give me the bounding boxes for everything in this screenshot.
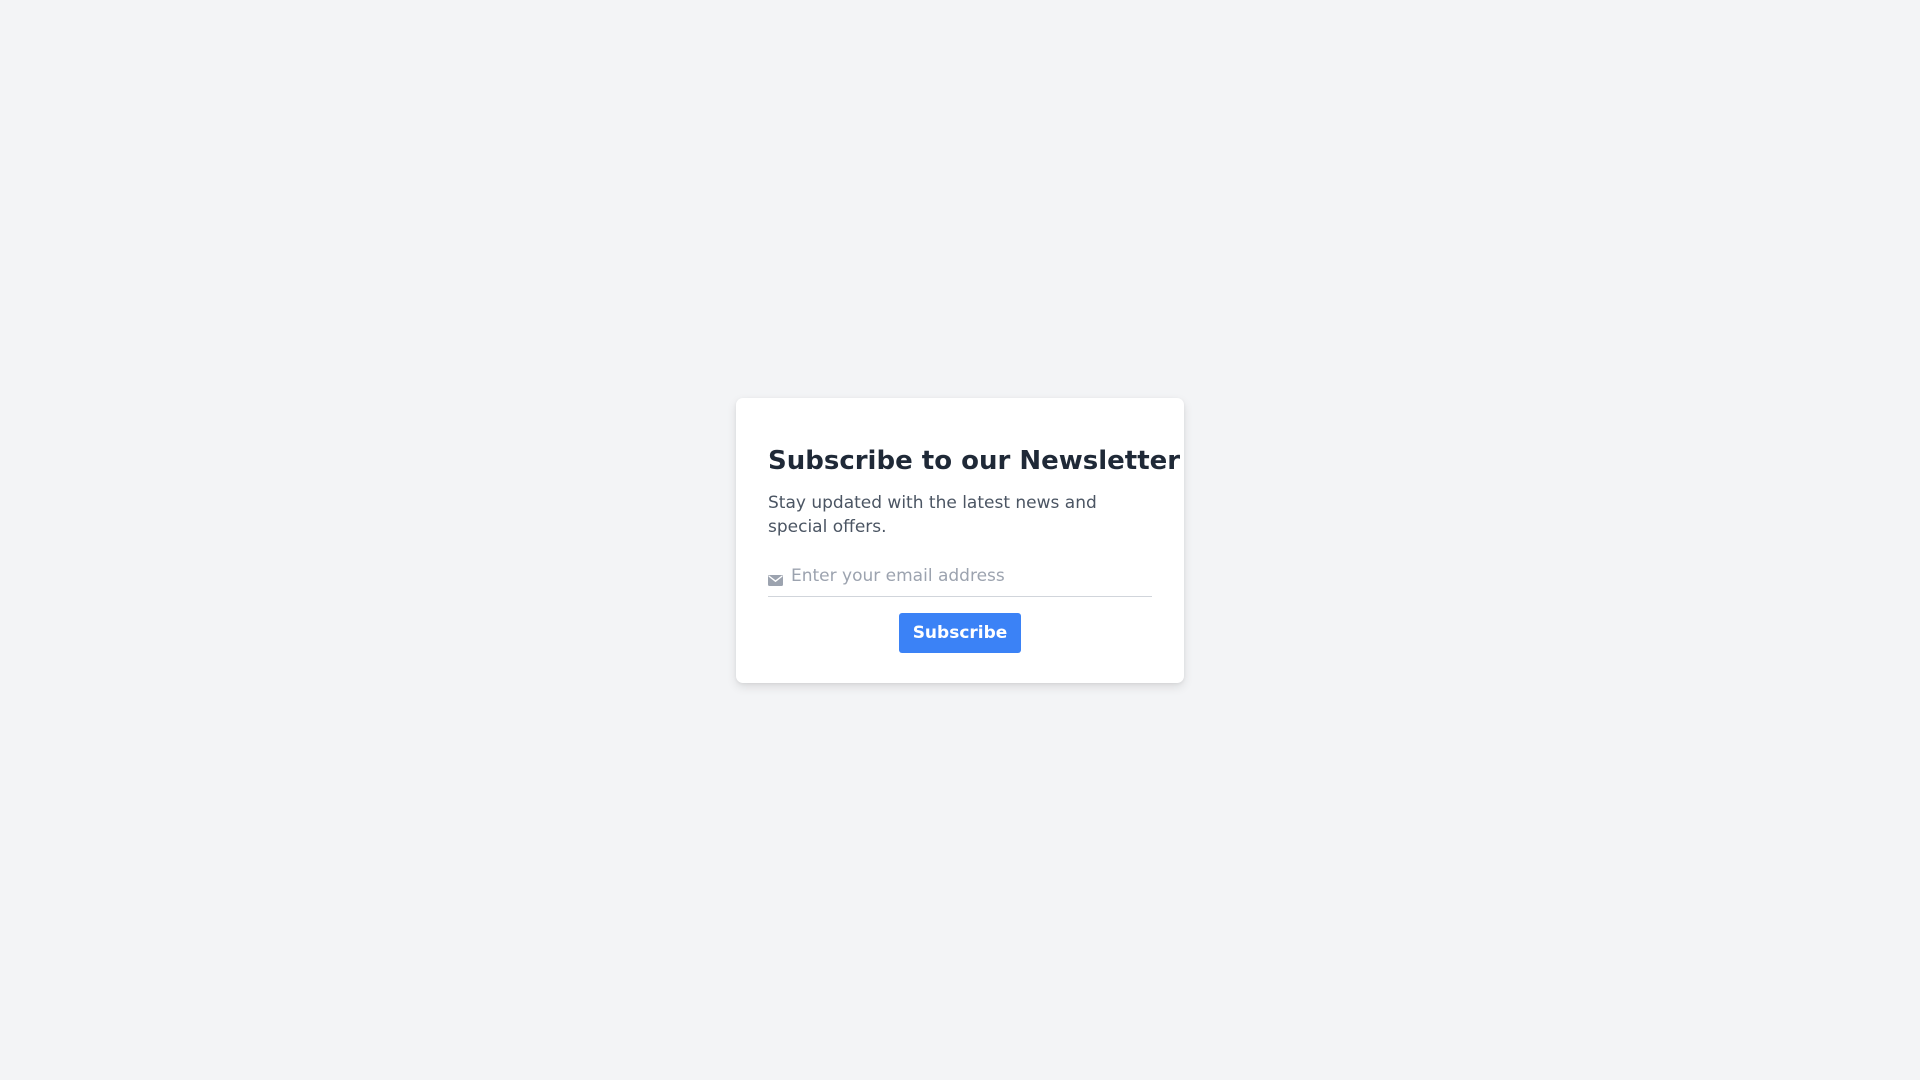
subscribe-button[interactable]: Subscribe xyxy=(899,613,1021,653)
envelope-icon xyxy=(768,571,783,586)
email-field[interactable] xyxy=(768,561,1152,597)
newsletter-title: Subscribe to our Newsletter xyxy=(768,446,1181,476)
button-row: Subscribe xyxy=(768,613,1152,653)
email-input[interactable] xyxy=(791,561,1141,591)
newsletter-subtitle: Stay updated with the latest news and sp… xyxy=(768,493,1097,537)
newsletter-card: Subscribe to our Newsletter Stay updated… xyxy=(736,398,1184,683)
